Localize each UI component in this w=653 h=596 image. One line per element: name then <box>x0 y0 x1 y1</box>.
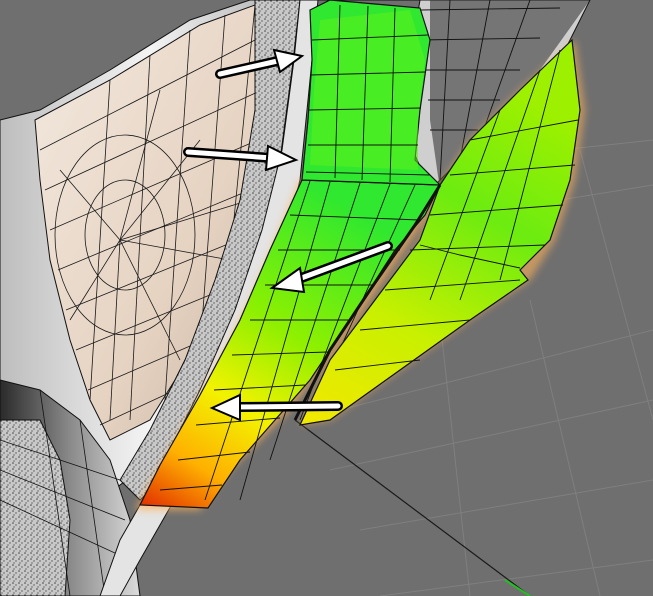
3d-viewport[interactable] <box>0 0 653 596</box>
viewport-canvas[interactable] <box>0 0 653 596</box>
pad-upper-shade <box>310 10 425 170</box>
